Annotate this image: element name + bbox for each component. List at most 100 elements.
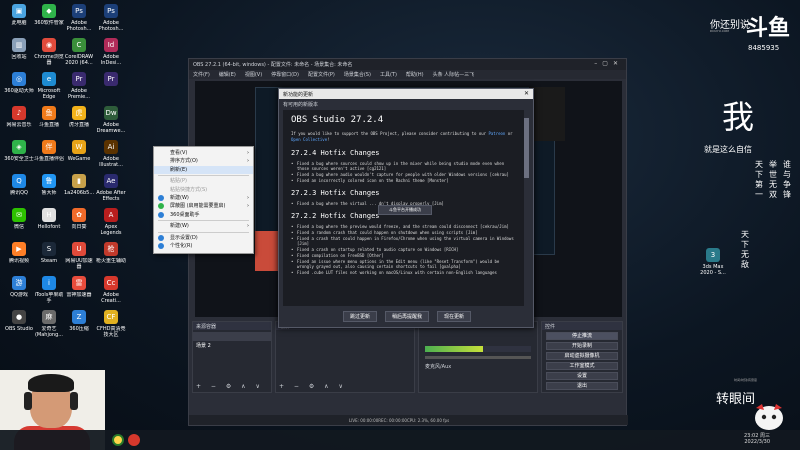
- desktop-icon[interactable]: Ae Adobe After Effects 2020: [96, 174, 126, 202]
- desktop-icon[interactable]: Dw Adobe Dreamwe...: [96, 106, 126, 134]
- app-icon: ◎: [12, 72, 26, 86]
- desktop-icon-label: 网易UU加速器: [65, 258, 93, 270]
- studio-mode-button[interactable]: 工作室模式: [546, 362, 618, 370]
- menu-extra[interactable]: 头条 人际帖—三飞: [433, 71, 475, 78]
- desktop-icon[interactable]: 雷雷神加速器: [64, 276, 94, 304]
- close-icon[interactable]: ✕: [524, 90, 529, 97]
- exit-button[interactable]: 退出: [546, 382, 618, 390]
- notes-intro: If you would like to support the OBS Pro…: [291, 131, 518, 143]
- desktop-icon[interactable]: 枪枪火重生辅助: [96, 242, 126, 270]
- desktop-icon[interactable]: ▮ 1a2406b5...: [64, 174, 94, 202]
- desktop-icon[interactable]: Ai Adobe Illustrat...: [96, 140, 126, 168]
- context-menu-item[interactable]: 查看(V) ›: [154, 149, 253, 157]
- desktop-icon[interactable]: Q 腾讯QQ: [4, 174, 34, 202]
- update-now-button[interactable]: 现在更新: [437, 311, 472, 322]
- context-menu-item[interactable]: 新建(W) ›: [154, 222, 253, 230]
- context-menu-item[interactable]: 刷新(E): [154, 165, 253, 175]
- menu-scene-collection[interactable]: 场景集合(S): [344, 71, 371, 78]
- desktop-icon[interactable]: Ps Adobe Photosh...: [96, 4, 126, 32]
- menu-tools[interactable]: 工具(T): [380, 71, 397, 78]
- system-tray-clock[interactable]: 23:02 周三 2022/3/30: [744, 433, 770, 445]
- taskbar-app-icon[interactable]: [112, 434, 124, 446]
- desktop-icon[interactable]: C CorelDRAW 2020 (64...: [64, 38, 94, 66]
- desktop-icon[interactable]: ◆ 360软件管家: [34, 4, 64, 32]
- context-menu-item[interactable]: 个性化(R): [154, 242, 253, 250]
- desktop-icon[interactable]: 伴斗鱼直播伴侣: [34, 140, 64, 168]
- context-menu-item[interactable]: 新建(W) ›: [154, 194, 253, 202]
- menu-view[interactable]: 视图(V): [245, 71, 262, 78]
- dock-scenes-footer[interactable]: + − ⚙ ∧ ∨: [196, 383, 264, 390]
- desktop-icon[interactable]: 虎虎牙直播: [64, 106, 94, 134]
- desktop-icon[interactable]: ▶ 腾讯视频: [4, 242, 34, 270]
- dialog-titlebar[interactable]: 新功能的更新 ✕: [279, 89, 533, 99]
- window-controls[interactable]: –▢✕: [594, 60, 623, 67]
- desktop-icon[interactable]: ▣ 此电脑: [4, 4, 34, 32]
- app-icon: C: [72, 38, 86, 52]
- desktop-icon[interactable]: Ps Adobe Photosh...: [64, 4, 94, 32]
- desktop-icon[interactable]: W WeGame: [64, 140, 94, 168]
- desktop-icon-label: Steam: [40, 258, 58, 264]
- dock-sources-footer[interactable]: + − ⚙ ∧ ∨: [279, 383, 347, 390]
- desktop-icon-3dsmax[interactable]: 3 3ds Max 2020 - S...: [698, 248, 728, 276]
- desktop-icon[interactable]: e Microsoft Edge: [34, 72, 64, 100]
- menu-file[interactable]: 文件(F): [193, 71, 210, 78]
- start-recording-button[interactable]: 开始录制: [546, 342, 618, 350]
- desktop-icon[interactable]: Id Adobe InDesi...: [96, 38, 126, 66]
- obs-statusbar: LIVE: 00:00:00 REC: 00:00:00 CPU: 2.3%, …: [189, 415, 628, 425]
- desktop-icon[interactable]: Pr Adobe Premie...: [64, 72, 94, 100]
- taskbar-app-icon[interactable]: [128, 434, 140, 446]
- context-menu-item[interactable]: 排序方式(O) ›: [154, 157, 253, 165]
- virtual-camera-button[interactable]: 启动虚拟摄像机: [546, 352, 618, 360]
- desktop-icon[interactable]: 鱼斗鱼直播: [34, 106, 64, 134]
- desktop-icon[interactable]: ▥ 回收站: [4, 38, 34, 66]
- remind-later-button[interactable]: 稍后再提醒我: [384, 311, 429, 322]
- obs-titlebar[interactable]: OBS 27.2.1 (64-bit, windows) - 配置文件: 未命名…: [189, 59, 626, 70]
- desktop-icon[interactable]: ● OBS Studio: [4, 310, 34, 338]
- context-menu-item[interactable]: 屏蔽图 (启用能需要重启) ›: [154, 202, 253, 210]
- desktop-icon[interactable]: Cc Adobe Creati...: [96, 276, 126, 304]
- desktop-icon[interactable]: i iTools苹果助手: [34, 276, 64, 304]
- patreon-link[interactable]: Patreon: [488, 131, 505, 136]
- context-menu-item[interactable]: 360桌面助手: [154, 211, 253, 219]
- menu-edit[interactable]: 编辑(E): [219, 71, 236, 78]
- desktop-icon-label: Adobe Illustrat...: [99, 156, 123, 168]
- volume-slider[interactable]: [425, 356, 531, 359]
- desktop-icon[interactable]: S Steam: [34, 242, 64, 270]
- open-collective-link[interactable]: Open Collective: [291, 137, 327, 142]
- menu-profile[interactable]: 配置文件(P): [308, 71, 335, 78]
- desktop-icon[interactable]: ◉ Chrome浏览器: [34, 38, 64, 66]
- taskbar: 23:02 周三 2022/3/30: [0, 430, 800, 450]
- app-icon: ✉: [12, 208, 26, 222]
- app-icon: 虎: [72, 106, 86, 120]
- list-item: Fixed a crash on startup related to audi…: [291, 247, 518, 252]
- desktop-icon[interactable]: ♪ 网易云音乐: [4, 106, 34, 134]
- desktop-icon[interactable]: U 网易UU加速器: [64, 242, 94, 270]
- settings-button[interactable]: 设置: [546, 372, 618, 380]
- desktop-icon[interactable]: Z 360压缩: [64, 310, 94, 338]
- section-list: Fixed a bug where sources could show up …: [291, 161, 518, 183]
- desktop-icon[interactable]: 鲁鲁大师: [34, 174, 64, 202]
- desktop-icon[interactable]: Pr: [96, 72, 126, 100]
- desktop-icon[interactable]: ✉ 微信: [4, 208, 34, 236]
- intro-text: or: [505, 131, 513, 136]
- notes-scrollbar[interactable]: [524, 110, 529, 306]
- desktop-icon[interactable]: 麻爱奇艺 (Mahjong...: [34, 310, 64, 338]
- mascot-icon: [755, 404, 783, 430]
- skip-update-button[interactable]: 跳过更新: [342, 311, 377, 322]
- menu-docks[interactable]: 停靠窗口(D): [271, 71, 299, 78]
- desktop-icon[interactable]: ◎ 360驱动大师: [4, 72, 34, 100]
- menu-help[interactable]: 帮助(H): [406, 71, 424, 78]
- desktop-icon[interactable]: CF CFHD高清竞技大区: [96, 310, 126, 338]
- desktop-icon-label: 360驱动大师: [4, 88, 34, 94]
- desktop-icon[interactable]: ✿ 向日葵: [64, 208, 94, 236]
- stop-streaming-button[interactable]: 停止推流: [546, 332, 618, 340]
- scrollbar-thumb[interactable]: [524, 118, 529, 178]
- desktop-icon-label: Adobe Dreamwe...: [96, 122, 126, 134]
- desktop-icon-label: Adobe Photosh...: [66, 20, 92, 32]
- desktop-icon[interactable]: 游 QQ游戏: [4, 276, 34, 304]
- context-menu-item[interactable]: 显示设置(D): [154, 234, 253, 242]
- desktop-icon[interactable]: ◈ 360安全卫士: [4, 140, 34, 168]
- scene-item[interactable]: 场景 2: [193, 341, 271, 350]
- desktop-icon[interactable]: H Hellofont: [34, 208, 64, 236]
- desktop-icon[interactable]: A Apex Legends: [96, 208, 126, 236]
